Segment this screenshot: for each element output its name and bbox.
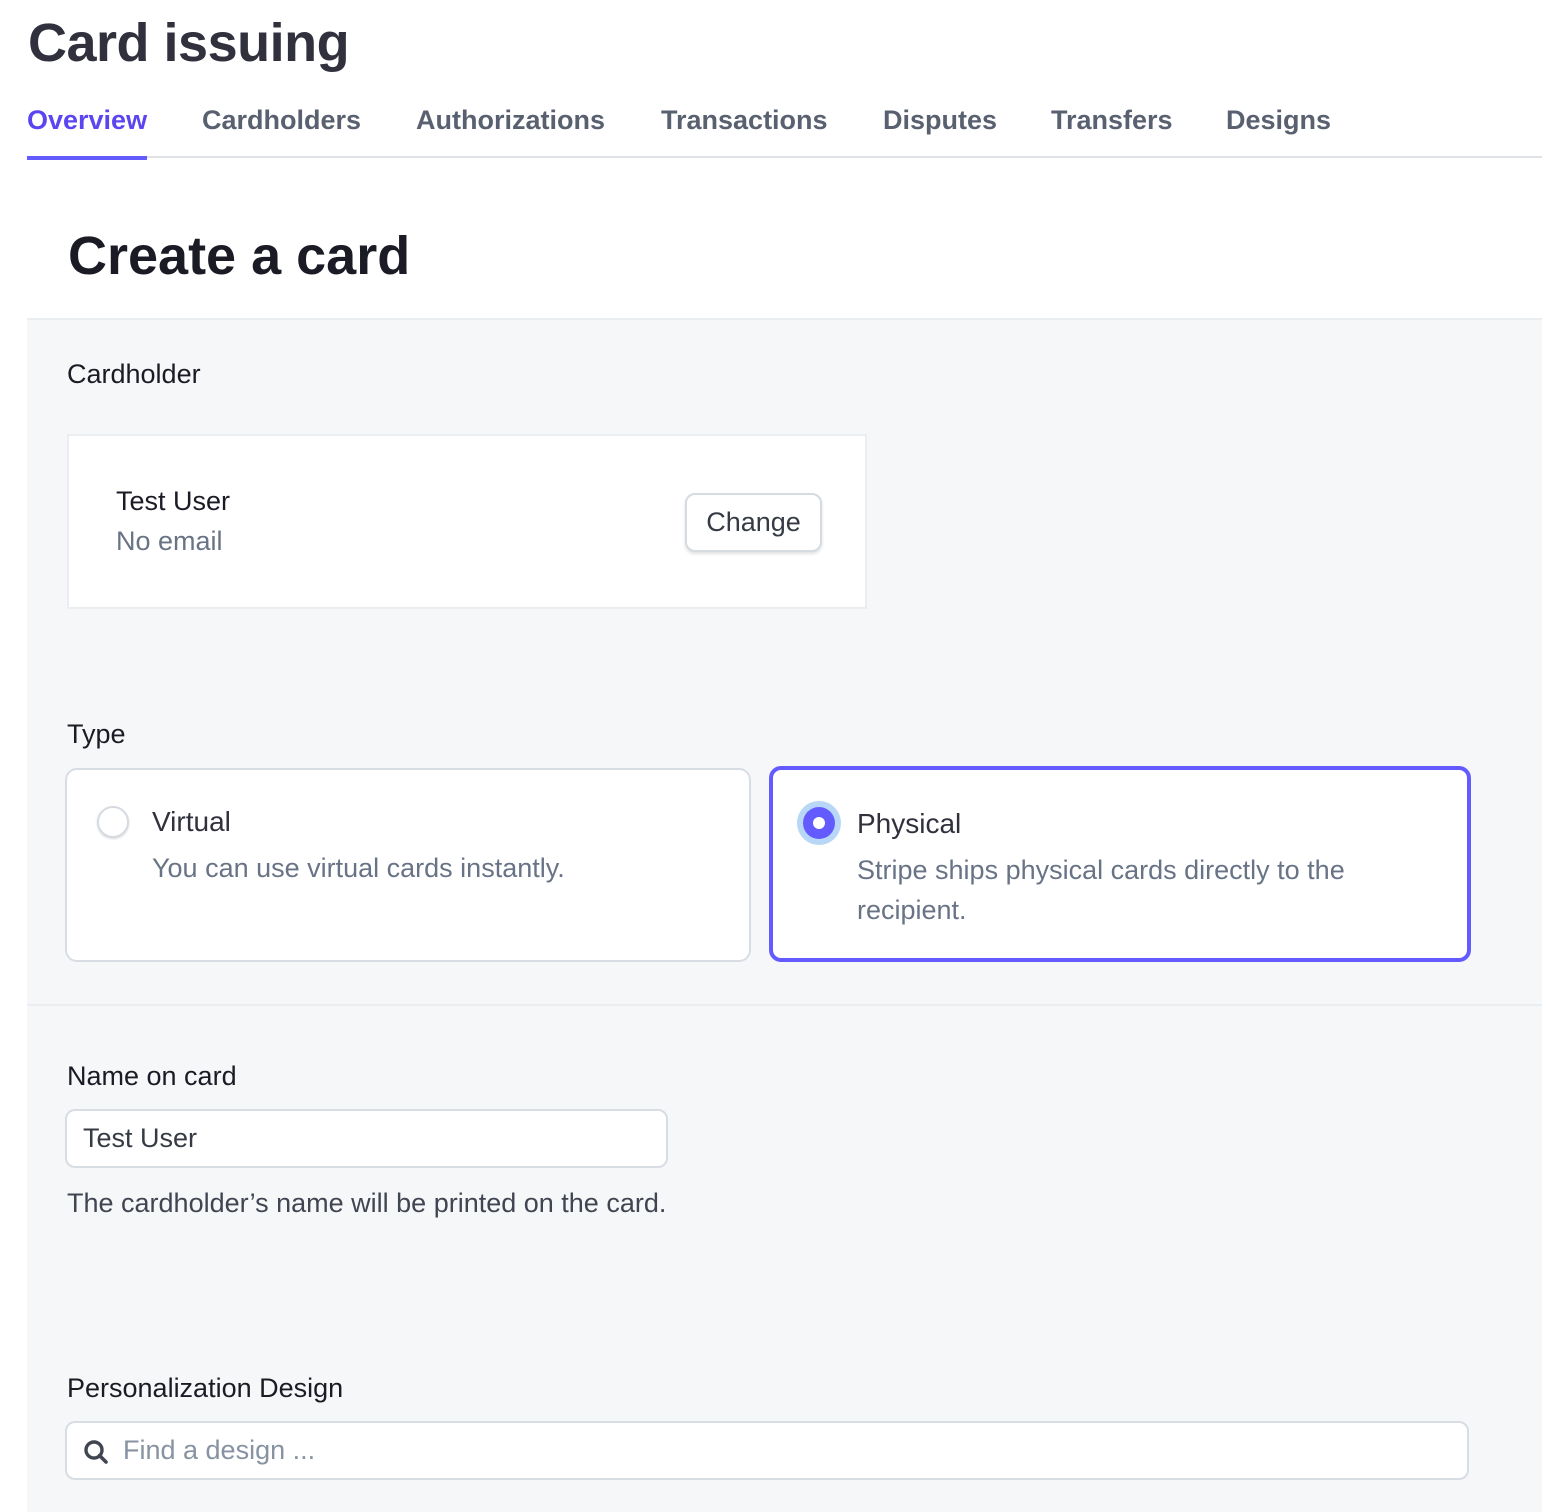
app-title: Card issuing [28, 13, 350, 73]
tab-overview[interactable]: Overview [27, 100, 148, 160]
tab-cardholders[interactable]: Cardholders [202, 100, 361, 158]
cardholder-name: Test User [116, 486, 231, 516]
change-cardholder-button[interactable]: Change [685, 493, 822, 552]
tab-bar: Overview Cardholders Authorizations Tran… [27, 100, 1542, 160]
tab-transactions[interactable]: Transactions [661, 100, 828, 158]
tab-transfers[interactable]: Transfers [1051, 100, 1173, 158]
design-search-input[interactable] [123, 1423, 1443, 1478]
design-search-box[interactable] [65, 1421, 1469, 1480]
virtual-radio[interactable] [97, 806, 129, 838]
tab-authorizations[interactable]: Authorizations [416, 100, 605, 158]
virtual-description: You can use virtual cards instantly. [152, 853, 565, 883]
search-icon [84, 1440, 108, 1464]
name-on-card-help: The cardholder’s name will be printed on… [67, 1188, 667, 1218]
tab-disputes[interactable]: Disputes [883, 100, 997, 158]
cardholder-box: Test User No email Change [67, 434, 867, 609]
type-option-physical[interactable]: Physical Stripe ships physical cards dir… [769, 766, 1471, 962]
physical-radio[interactable] [803, 807, 835, 839]
tab-designs[interactable]: Designs [1226, 100, 1331, 158]
physical-title: Physical [857, 808, 962, 839]
type-option-virtual[interactable]: Virtual You can use virtual cards instan… [65, 768, 751, 962]
personalization-design-label: Personalization Design [67, 1373, 344, 1403]
name-on-card-label: Name on card [67, 1061, 237, 1091]
physical-description: Stripe ships physical cards directly to … [857, 855, 1345, 925]
create-card-form: Cardholder Test User No email Change Typ… [27, 318, 1542, 1512]
section-divider [27, 1004, 1542, 1006]
page-title: Create a card [68, 226, 411, 286]
cardholder-label: Cardholder [67, 359, 201, 389]
virtual-title: Virtual [152, 806, 231, 837]
cardholder-email: No email [116, 526, 223, 556]
type-label: Type [67, 719, 126, 749]
name-on-card-input[interactable] [65, 1109, 668, 1168]
